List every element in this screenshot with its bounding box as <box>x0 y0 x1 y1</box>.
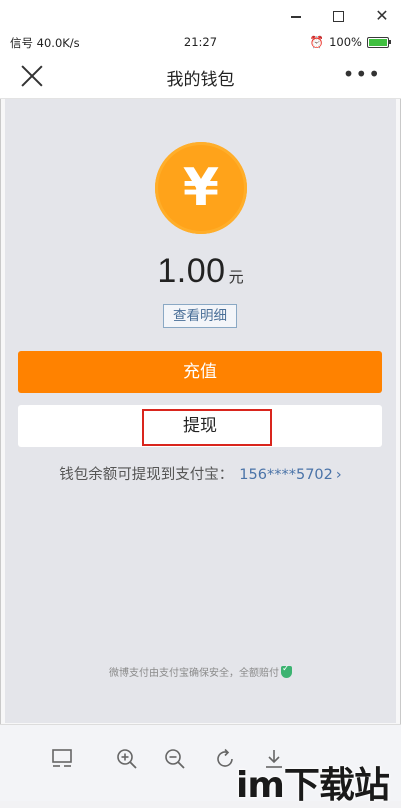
security-note: 微博支付由支付宝确保安全，全额赔付 <box>5 664 396 679</box>
close-window-button[interactable]: ✕ <box>372 6 392 26</box>
nav-bar: 我的钱包 ••• <box>0 54 401 99</box>
maximize-button[interactable] <box>328 6 348 26</box>
zoom-in-icon[interactable] <box>115 747 139 771</box>
balance-display: 1.00 元 <box>5 252 396 291</box>
status-right: ⏰ 100% <box>309 35 391 49</box>
shield-icon <box>281 664 292 678</box>
alipay-withdraw-link[interactable]: 钱包余额可提现到支付宝： 156****5702 › <box>5 463 396 484</box>
minimize-button[interactable] <box>286 6 306 26</box>
yuan-coin-icon: ¥ <box>155 142 247 234</box>
battery-percent: 100% <box>329 35 362 49</box>
page-title: 我的钱包 <box>166 70 235 90</box>
zoom-out-icon[interactable] <box>163 747 187 771</box>
window-titlebar: ✕ <box>0 0 401 30</box>
status-bar: 信号 40.0K/s 21:27 ⏰ 100% <box>0 30 401 54</box>
wallet-content: ¥ 1.00 元 查看明细 充值 提现 钱包余额可提现到支付宝： 156****57… <box>5 99 396 723</box>
balance-unit: 元 <box>228 268 244 286</box>
battery-icon <box>367 36 391 48</box>
security-text: 微博支付由支付宝确保安全，全额赔付 <box>109 668 279 679</box>
alipay-label: 钱包余额可提现到支付宝： <box>59 467 234 483</box>
rotate-icon[interactable] <box>213 747 237 771</box>
alipay-account[interactable]: 156****5702 <box>239 467 333 483</box>
view-details-button[interactable]: 查看明细 <box>163 304 237 328</box>
recharge-button[interactable]: 充值 <box>18 351 382 393</box>
site-watermark: im下载站 <box>236 765 390 806</box>
chevron-right-icon: › <box>335 467 342 483</box>
balance-amount: 1.00 <box>157 252 226 290</box>
alarm-icon: ⏰ <box>309 35 325 49</box>
withdraw-highlight-box <box>142 409 272 446</box>
layout-icon[interactable] <box>50 747 74 771</box>
more-icon[interactable]: ••• <box>343 62 381 86</box>
